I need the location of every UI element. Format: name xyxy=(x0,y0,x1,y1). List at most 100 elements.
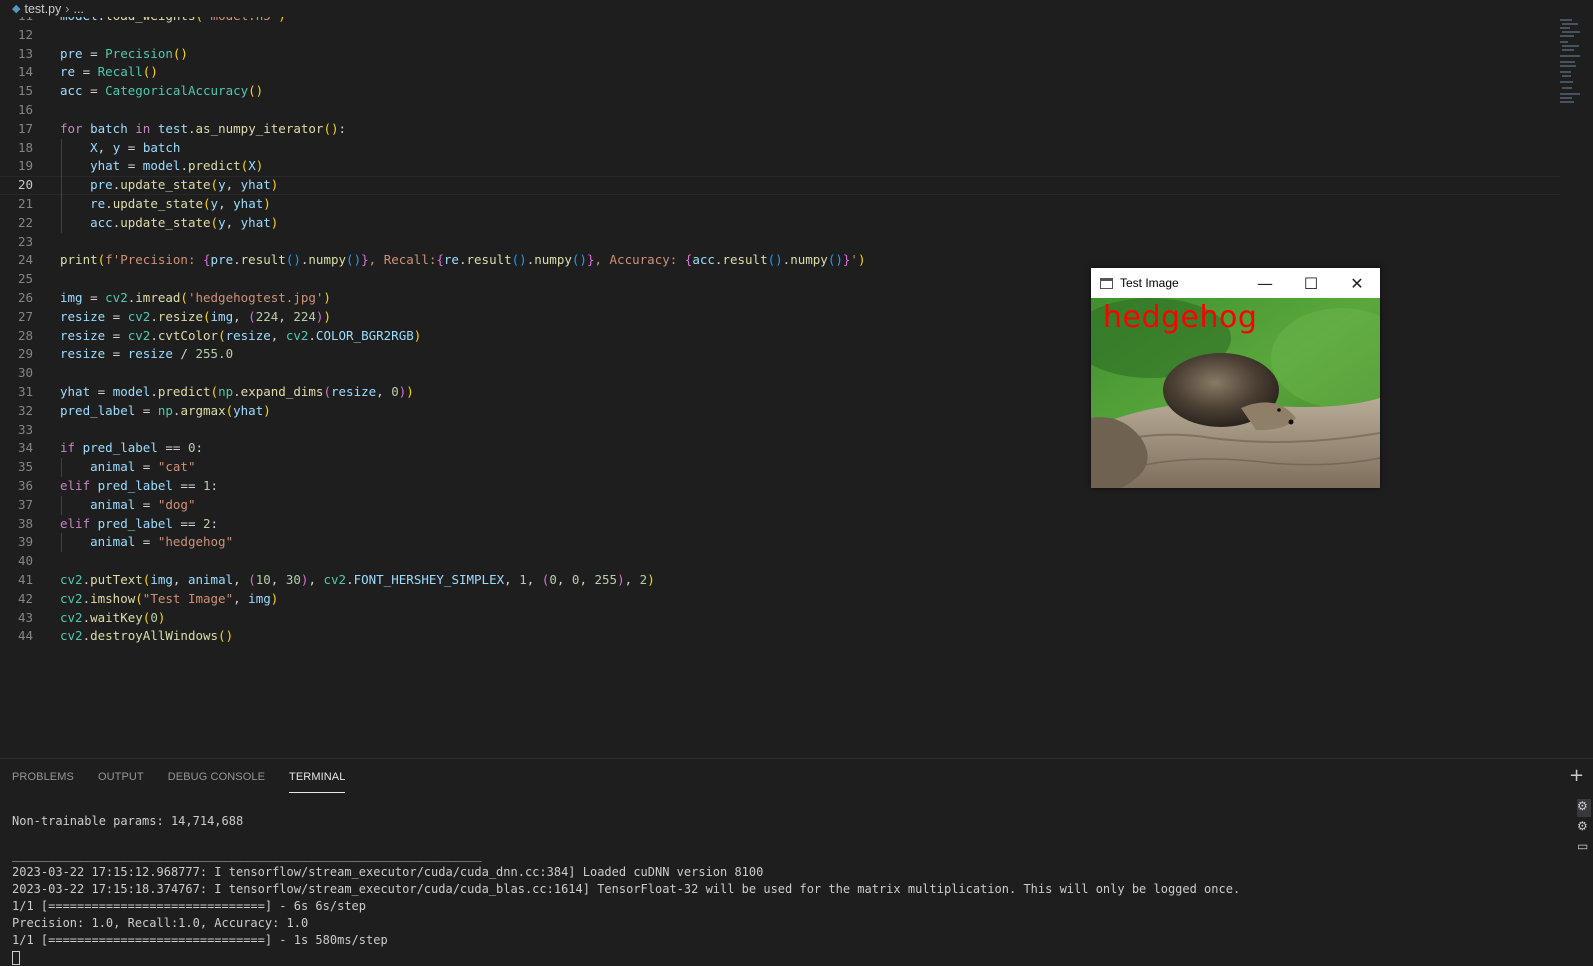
line-code[interactable]: print(f'Precision: {pre.result().numpy()… xyxy=(60,251,865,270)
tab-problems[interactable]: PROBLEMS xyxy=(12,771,74,793)
terminal-instance-icon[interactable]: ⚙ xyxy=(1577,819,1591,837)
close-icon[interactable]: ✕ xyxy=(1334,268,1380,298)
line-number: 29 xyxy=(17,346,33,362)
tab-output[interactable]: OUTPUT xyxy=(98,771,144,793)
terminal-line: 2023-03-22 17:15:12.968777: I tensorflow… xyxy=(12,865,764,879)
code-line[interactable]: 14 re = Recall() xyxy=(0,63,1560,82)
code-line[interactable]: 43 cv2.waitKey(0) xyxy=(0,609,1560,628)
code-line[interactable]: 22 acc.update_state(y, yhat) xyxy=(0,214,1560,233)
line-code[interactable]: cv2.imshow("Test Image", img) xyxy=(60,590,278,609)
breadcrumb-symbol[interactable]: ... xyxy=(73,2,83,16)
line-number: 14 xyxy=(17,64,33,80)
line-number: 31 xyxy=(17,384,33,399)
line-number: 18 xyxy=(17,139,33,155)
line-code[interactable]: resize = cv2.cvtColor(resize, cv2.COLOR_… xyxy=(60,327,421,346)
code-line[interactable]: 13 pre = Precision() xyxy=(0,45,1560,64)
window-title: Test Image xyxy=(1120,276,1179,290)
line-code[interactable]: pred_label = np.argmax(yhat) xyxy=(60,402,271,421)
line-code[interactable]: yhat = model.predict(np.expand_dims(resi… xyxy=(60,383,414,402)
terminal-cursor xyxy=(12,950,20,965)
line-code[interactable]: resize = resize / 255.0 xyxy=(60,345,233,364)
line-number: 38 xyxy=(17,515,33,531)
window-titlebar[interactable]: Test Image — ☐ ✕ xyxy=(1091,268,1380,298)
code-line[interactable]: 15 acc = CategoricalAccuracy() xyxy=(0,82,1560,101)
code-line[interactable]: 23 xyxy=(0,233,1560,252)
terminal-list: ⚙ ⚙ ▭ xyxy=(1577,799,1593,859)
line-code[interactable]: pre.update_state(y, yhat) xyxy=(60,176,278,195)
terminal-line: 1/1 [==============================] - 6… xyxy=(12,899,367,913)
minimap[interactable] xyxy=(1560,17,1580,107)
editor-scrollbar[interactable] xyxy=(1580,17,1593,747)
line-number: 33 xyxy=(17,421,33,437)
tab-terminal[interactable]: TERMINAL xyxy=(289,771,346,793)
line-number: 43 xyxy=(17,609,33,625)
code-line[interactable]: 17 for batch in test.as_numpy_iterator(): xyxy=(0,120,1560,139)
new-terminal-plus-icon[interactable]: + xyxy=(1569,765,1584,786)
code-line[interactable]: 18 X, y = batch xyxy=(0,139,1560,158)
code-line[interactable]: 38 elif pred_label == 2: xyxy=(0,515,1560,534)
line-code[interactable]: pre = Precision() xyxy=(60,45,188,64)
line-number: 35 xyxy=(17,459,33,475)
code-line[interactable]: 12 xyxy=(0,26,1560,45)
line-code[interactable]: animal = "cat" xyxy=(60,458,195,477)
terminal-instance-icon[interactable]: ⚙ xyxy=(1577,799,1591,817)
code-line[interactable]: 41 cv2.putText(img, animal, (10, 30), cv2… xyxy=(0,571,1560,590)
line-number: 23 xyxy=(17,233,33,249)
line-code[interactable]: re.update_state(y, yhat) xyxy=(60,195,271,214)
line-number: 25 xyxy=(17,271,33,287)
indent-guide xyxy=(61,533,62,553)
code-line[interactable]: 20 pre.update_state(y, yhat) xyxy=(0,176,1560,195)
indent-guide xyxy=(61,458,62,477)
line-code[interactable]: X, y = batch xyxy=(60,139,180,158)
line-code[interactable]: img = cv2.imread('hedgehogtest.jpg') xyxy=(60,289,331,308)
line-number: 13 xyxy=(17,45,33,61)
terminal-instance-icon[interactable]: ▭ xyxy=(1577,839,1591,857)
bottom-panel: PROBLEMS OUTPUT DEBUG CONSOLE TERMINAL + No… xyxy=(0,758,1593,965)
line-number: 21 xyxy=(17,196,33,211)
terminal-output[interactable]: Non-trainable params: 14,714,688 _______… xyxy=(12,813,1240,966)
test-image-window[interactable]: Test Image — ☐ ✕ hedgehog xyxy=(1091,268,1380,488)
panel-tabs: PROBLEMS OUTPUT DEBUG CONSOLE TERMINAL xyxy=(12,771,369,793)
line-number: 34 xyxy=(17,440,33,456)
code-line[interactable]: 39 animal = "hedgehog" xyxy=(0,533,1560,552)
breadcrumb: ◆ test.py › ... xyxy=(0,0,1593,17)
code-line[interactable]: 42 cv2.imshow("Test Image", img) xyxy=(0,590,1560,609)
code-line[interactable]: 19 yhat = model.predict(X) xyxy=(0,157,1560,176)
line-number: 19 xyxy=(17,158,33,174)
breadcrumb-file[interactable]: test.py xyxy=(24,2,61,16)
line-code[interactable]: yhat = model.predict(X) xyxy=(60,157,263,176)
python-file-icon: ◆ xyxy=(12,3,21,15)
line-code[interactable]: animal = "hedgehog" xyxy=(60,533,233,552)
terminal-line: 2023-03-22 17:15:18.374767: I tensorflow… xyxy=(12,882,1241,896)
code-line[interactable]: 37 animal = "dog" xyxy=(0,496,1560,515)
line-number: 24 xyxy=(17,252,33,268)
line-number: 41 xyxy=(17,572,33,587)
line-code[interactable]: resize = cv2.resize(img, (224, 224)) xyxy=(60,308,331,327)
line-number: 30 xyxy=(17,365,33,381)
line-code[interactable]: acc.update_state(y, yhat) xyxy=(60,214,278,233)
code-line[interactable]: 16 xyxy=(0,101,1560,120)
tab-debug-console[interactable]: DEBUG CONSOLE xyxy=(168,771,265,793)
line-code[interactable]: cv2.putText(img, animal, (10, 30), cv2.F… xyxy=(60,571,655,590)
line-code[interactable]: animal = "dog" xyxy=(60,496,195,515)
line-number: 22 xyxy=(17,214,33,230)
line-code[interactable]: if pred_label == 0: xyxy=(60,439,203,458)
line-code[interactable]: cv2.waitKey(0) xyxy=(60,609,165,628)
line-code[interactable]: re = Recall() xyxy=(60,63,158,82)
prediction-label: hedgehog xyxy=(1103,300,1258,335)
minimize-icon[interactable]: — xyxy=(1242,268,1288,298)
terminal-prompt[interactable] xyxy=(12,949,1240,966)
code-line[interactable]: 44 cv2.destroyAllWindows() xyxy=(0,627,1560,646)
line-code[interactable]: elif pred_label == 1: xyxy=(60,477,218,496)
maximize-icon[interactable]: ☐ xyxy=(1288,268,1334,298)
line-code[interactable]: for batch in test.as_numpy_iterator(): xyxy=(60,120,346,139)
line-code[interactable]: cv2.destroyAllWindows() xyxy=(60,627,233,646)
code-line[interactable]: 40 xyxy=(0,552,1560,571)
line-code[interactable]: elif pred_label == 2: xyxy=(60,515,218,534)
window-app-icon xyxy=(1100,277,1113,289)
line-code[interactable]: acc = CategoricalAccuracy() xyxy=(60,82,263,101)
line-number: 15 xyxy=(17,83,33,99)
code-line[interactable]: 21 re.update_state(y, yhat) xyxy=(0,195,1560,214)
line-number: 39 xyxy=(17,534,33,550)
terminal-line: ________________________________________… xyxy=(12,848,482,862)
